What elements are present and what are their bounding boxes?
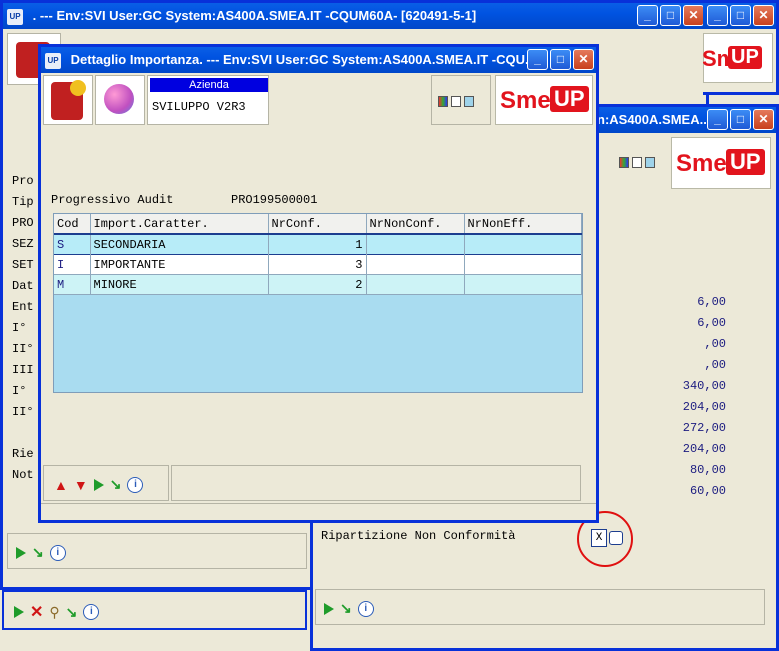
dialog-title: Dettaglio Importanza. --- Env:SVI User:G…: [70, 52, 536, 67]
dialog-titlebar[interactable]: UP Dettaglio Importanza. --- Env:SVI Use…: [41, 47, 596, 73]
app-icon: UP: [45, 52, 61, 69]
close-button[interactable]: ✕: [753, 5, 774, 26]
back-window-title: . --- Env:SVI User:GC System:AS400A.SMEA…: [32, 8, 477, 23]
app-icon: UP: [7, 8, 23, 25]
azienda-label: Azienda: [150, 78, 268, 92]
refresh-arrow-icon[interactable]: ↘: [32, 544, 44, 561]
outer-bottom-toolbar: ✕ ⚲ ↘ i: [2, 590, 307, 630]
dialog-bottom-toolbar: ▲ ▼ ↘ i: [43, 465, 169, 501]
col-conf-header[interactable]: NrConf.: [268, 214, 367, 235]
refresh-arrow-icon[interactable]: ↘: [340, 600, 352, 617]
list-icon[interactable]: [451, 96, 461, 107]
toolbar-icons: [619, 157, 655, 168]
dialog-toolicons-panel: [431, 75, 491, 125]
robot-logo-panel: [43, 75, 93, 125]
maximize-button[interactable]: □: [660, 5, 681, 26]
back-bottom-toolbar: ↘ i: [7, 533, 307, 569]
progressivo-label: Progressivo Audit: [51, 193, 174, 207]
play-icon[interactable]: [16, 546, 26, 559]
color-icon[interactable]: [438, 96, 448, 107]
gear-icon: [70, 80, 86, 96]
importanza-table: Cod Import.Caratter. NrConf. NrNonConf. …: [54, 214, 582, 295]
azienda-panel: Azienda SVILUPPO V2R3: [147, 75, 269, 125]
col-noneff-header[interactable]: NrNonEff.: [464, 214, 582, 235]
delete-icon[interactable]: ✕: [30, 602, 43, 622]
middle-bottom-toolbar: ↘ i: [315, 589, 765, 625]
window-controls: _ □ ✕: [707, 109, 774, 130]
azienda-value: SVILUPPO V2R3: [152, 100, 246, 114]
maximize-button[interactable]: □: [730, 109, 751, 130]
minimize-button[interactable]: _: [637, 5, 658, 26]
window-controls: _ □ ✕: [707, 5, 774, 26]
col-desc-header[interactable]: Import.Caratter.: [90, 214, 269, 235]
info-icon[interactable]: i: [83, 604, 100, 620]
smeup-logo: Sme. UP: [671, 137, 771, 189]
middle-window-title: n:AS400A.SMEA...: [597, 112, 711, 127]
table-row[interactable]: S SECONDARIA 1: [54, 234, 582, 255]
info-icon[interactable]: i: [49, 544, 66, 561]
folder-icon[interactable]: [645, 157, 655, 168]
table-row[interactable]: M MINORE 2: [54, 274, 582, 295]
window-controls: _ □ ✕: [637, 5, 704, 26]
ripartizione-label: Ripartizione Non Conformità: [321, 529, 516, 543]
search-icon[interactable]: ⚲: [49, 604, 59, 621]
dialog-statusbar: [41, 503, 596, 519]
col-nonconf-header[interactable]: NrNonConf.: [366, 214, 465, 235]
close-button[interactable]: ✕: [753, 109, 774, 130]
window-controls: _ □ ✕: [527, 49, 594, 70]
table-header: Cod Import.Caratter. NrConf. NrNonConf. …: [54, 214, 582, 235]
top-right-window: _ □ ✕ Sme. UP: [703, 0, 779, 95]
info-icon[interactable]: i: [357, 600, 374, 617]
play-icon[interactable]: [14, 606, 24, 618]
dialog-bottom-spacer: [171, 465, 581, 501]
minimize-button[interactable]: _: [707, 109, 728, 130]
minimize-button[interactable]: _: [527, 49, 548, 70]
info-icon[interactable]: i: [127, 476, 144, 493]
maximize-button[interactable]: □: [550, 49, 571, 70]
play-icon[interactable]: [324, 602, 334, 615]
back-window-labels: Pro Tip PRO SEZ SET Dat Ent I° II° III I…: [12, 174, 34, 482]
values-column: 6,00 6,00 ,00 ,00 340,00 204,00 272,00 2…: [682, 295, 726, 498]
smeup-logo: Sme. UP: [495, 75, 593, 125]
maximize-button[interactable]: □: [730, 5, 751, 26]
close-button[interactable]: ✕: [683, 5, 704, 26]
progressivo-value: PRO199500001: [231, 193, 318, 207]
color-icon[interactable]: [619, 157, 629, 168]
refresh-arrow-icon[interactable]: ↘: [110, 476, 122, 493]
smeup-bubbles-panel: [95, 75, 145, 125]
table-row[interactable]: I IMPORTANTE 3: [54, 254, 582, 275]
down-arrow-icon[interactable]: ▼: [74, 477, 88, 493]
up-arrow-icon[interactable]: ▲: [54, 477, 68, 493]
smeup-logo: Sme. UP: [703, 33, 773, 83]
close-button[interactable]: ✕: [573, 49, 594, 70]
col-cod-header[interactable]: Cod: [54, 214, 91, 235]
importanza-grid: Cod Import.Caratter. NrConf. NrNonConf. …: [53, 213, 583, 393]
refresh-arrow-icon[interactable]: ↘: [66, 604, 78, 621]
folder-icon[interactable]: [464, 96, 474, 107]
list-icon[interactable]: [632, 157, 642, 168]
back-window-titlebar[interactable]: UP . --- Env:SVI User:GC System:AS400A.S…: [3, 3, 706, 29]
play-icon[interactable]: [93, 478, 104, 491]
dettaglio-dialog: UP Dettaglio Importanza. --- Env:SVI Use…: [38, 44, 599, 523]
minimize-button[interactable]: _: [707, 5, 728, 26]
bubbles-logo-icon: [104, 84, 134, 114]
